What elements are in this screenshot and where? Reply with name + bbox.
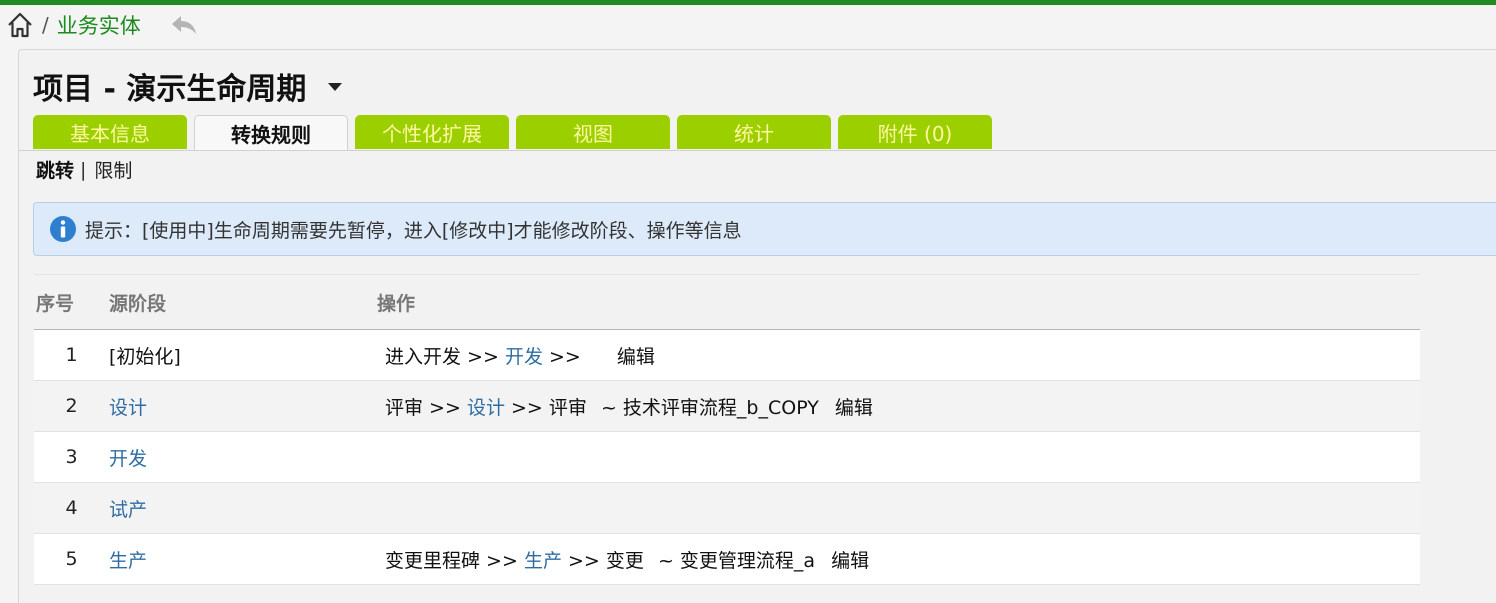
header-operation: 操作 — [377, 292, 416, 315]
page-title-text: 项目 - 演示生命周期 — [33, 72, 307, 107]
header-source: 源阶段 — [109, 292, 167, 315]
table-row: 1 [初始化] 进入开发 >> 开发 >> 编辑 — [34, 330, 1420, 381]
operation-cell: 评审 >> 设计 >> 评审 ~ 技术评审流程_b_COPY 编辑 — [377, 393, 1420, 420]
tab-bar: 基本信息 转换规则 个性化扩展 视图 统计 附件 (0) — [33, 115, 999, 151]
back-arrow-icon[interactable] — [169, 13, 199, 37]
page-title[interactable]: 项目 - 演示生命周期 — [33, 64, 343, 108]
source-stage-link[interactable]: 开发 — [109, 444, 377, 471]
op-target-link[interactable]: 生产 — [524, 550, 562, 572]
table-row: 4 试产 — [34, 483, 1420, 534]
transition-table: 序号 源阶段 操作 1 [初始化] 进入开发 >> 开发 >> 编辑 2 设计 … — [34, 274, 1420, 585]
op-tilde: ~ — [600, 396, 617, 419]
table-row: 3 开发 — [34, 432, 1420, 483]
subnav-restriction[interactable]: 限制 — [94, 156, 132, 183]
tab-views[interactable]: 视图 — [516, 115, 670, 149]
chevron-down-icon[interactable] — [328, 83, 343, 91]
row-index: 1 — [65, 344, 78, 366]
tab-divider — [19, 150, 1496, 151]
row-index: 5 — [65, 548, 78, 570]
op-target-link[interactable]: 设计 — [467, 397, 505, 419]
row-index: 3 — [65, 446, 78, 468]
op-workflow: 技术评审流程_b_COPY — [622, 396, 819, 419]
op-action: 变更 — [605, 549, 644, 572]
op-separator: >> — [568, 549, 600, 572]
op-name: 进入开发 >> — [385, 345, 499, 368]
tab-statistics[interactable]: 统计 — [677, 115, 831, 149]
row-index: 4 — [65, 497, 78, 519]
table-row: 2 设计 评审 >> 设计 >> 评审 ~ 技术评审流程_b_COPY 编辑 — [34, 381, 1420, 432]
info-notice: 提示：[使用中]生命周期需要先暂停，进入[修改中]才能修改阶段、操作等信息 — [33, 202, 1496, 256]
breadcrumb-separator: / — [42, 13, 49, 37]
table-header: 序号 源阶段 操作 — [34, 274, 1420, 330]
subnav-separator: | — [80, 158, 87, 181]
op-separator: >> — [549, 345, 581, 368]
source-stage-link[interactable]: 设计 — [109, 393, 377, 420]
source-stage-link[interactable]: 生产 — [109, 546, 377, 573]
breadcrumb: / 业务实体 — [6, 10, 199, 40]
edit-link[interactable]: 编辑 — [617, 346, 655, 368]
sub-navigation: 跳转 | 限制 — [36, 156, 132, 183]
tab-transition-rules[interactable]: 转换规则 — [194, 115, 348, 151]
content-panel: 项目 - 演示生命周期 基本信息 转换规则 个性化扩展 视图 统计 附件 (0)… — [18, 49, 1496, 603]
operation-cell: 进入开发 >> 开发 >> 编辑 — [377, 342, 1420, 369]
op-action: 评审 — [548, 396, 587, 419]
header-index: 序号 — [36, 292, 75, 315]
tab-attachments[interactable]: 附件 (0) — [838, 115, 992, 149]
source-stage: [初始化] — [109, 345, 181, 368]
operation-cell: 变更里程碑 >> 生产 >> 变更 ~ 变更管理流程_a 编辑 — [377, 546, 1420, 573]
subnav-jump[interactable]: 跳转 — [36, 156, 74, 183]
edit-link[interactable]: 编辑 — [831, 550, 869, 572]
top-accent-bar — [0, 0, 1496, 5]
op-workflow: 变更管理流程_a — [679, 549, 816, 572]
tab-personalization[interactable]: 个性化扩展 — [355, 115, 509, 149]
info-icon — [50, 216, 76, 242]
source-stage-link[interactable]: 试产 — [109, 495, 377, 522]
op-separator: >> — [511, 396, 543, 419]
op-target-link[interactable]: 开发 — [505, 346, 543, 368]
op-name: 评审 >> — [385, 396, 461, 419]
home-icon[interactable] — [6, 11, 34, 39]
edit-link[interactable]: 编辑 — [835, 397, 873, 419]
op-tilde: ~ — [657, 549, 674, 572]
op-name: 变更里程碑 >> — [385, 549, 518, 572]
row-index: 2 — [65, 395, 78, 417]
notice-text: 提示：[使用中]生命周期需要先暂停，进入[修改中]才能修改阶段、操作等信息 — [85, 219, 742, 242]
breadcrumb-current[interactable]: 业务实体 — [57, 10, 141, 40]
tab-basic-info[interactable]: 基本信息 — [33, 115, 187, 149]
table-row: 5 生产 变更里程碑 >> 生产 >> 变更 ~ 变更管理流程_a 编辑 — [34, 534, 1420, 585]
